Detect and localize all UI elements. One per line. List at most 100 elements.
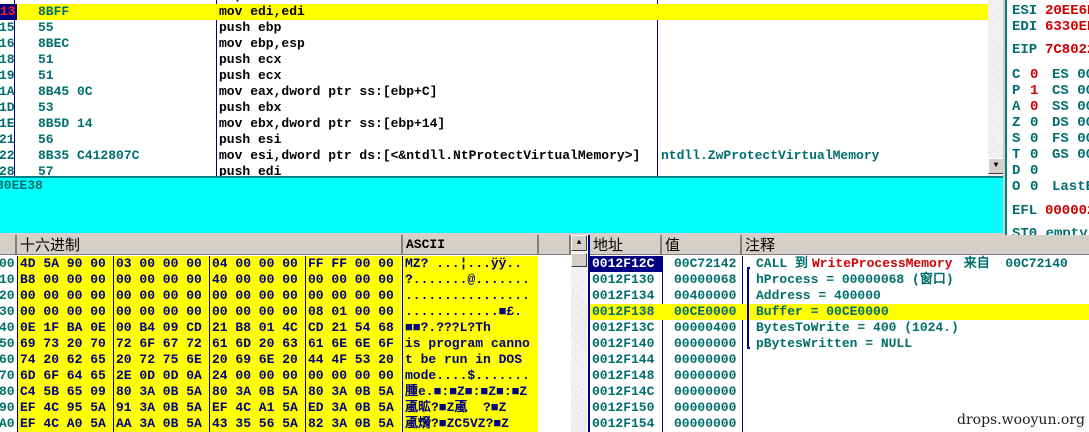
hex-group: 44 4F 53 20 (305, 352, 401, 368)
stack-address: 0012F13C (592, 320, 655, 335)
register-esi[interactable]: ESI 20EE6E (1007, 3, 1089, 19)
address: 18 (0, 52, 15, 67)
dump-row[interactable]: 20 00 00 00 00 00 00 00 00 00 00 00 00 00 00… (0, 288, 588, 304)
dump-address: 60 (0, 352, 15, 367)
hex-group: 43 35 56 5A (209, 416, 305, 432)
stack-value-header[interactable]: 值 (662, 235, 742, 255)
dump-row[interactable]: 10 B8 00 00 00 00 00 00 00 40 00 00 00 00 00… (0, 272, 588, 288)
dump-row[interactable]: 60 74 20 62 65 20 72 75 6E 20 69 6E 20 44 4F… (0, 352, 588, 368)
stack-value: 00000000 (674, 416, 737, 431)
hex-group: EF 4C A0 5A (17, 416, 113, 432)
disasm-row[interactable]: 28 57 push edi (0, 164, 1003, 176)
ascii-header[interactable]: ASCII (403, 235, 539, 255)
disasm-row[interactable]: 21 56 push esi (0, 132, 1003, 148)
ascii-text: MZ? ...¦...ÿÿ.. (402, 256, 538, 272)
hex-bytes: 56 (38, 132, 54, 147)
dump-row[interactable]: 30 00 00 00 00 00 00 00 00 00 00 00 00 08 01… (0, 304, 588, 320)
register-eip[interactable]: EIP 7C8022 (1007, 42, 1089, 58)
disasm-row[interactable]: 1E 8B5D 14 mov ebx,dword ptr ss:[ebp+14] (0, 116, 1003, 132)
segment-register: FS 00 (1052, 131, 1089, 147)
dump-scrollbar[interactable]: ▲ (571, 235, 587, 432)
hex-group: 80 3A 0B 5A (113, 384, 209, 400)
segment-register: GS 00 (1052, 147, 1089, 163)
hex-bytes: 51 (38, 52, 54, 67)
ascii-text: 颪昿?■Z颪 ?■Z (402, 400, 538, 416)
stack-pane[interactable]: 地址 值 注释 0012F12C 00C72142 CALL 到 WriteProc… (588, 235, 1089, 432)
stack-row[interactable]: 0012F134 00400000 Address = 400000 (590, 288, 1089, 304)
register-value: 20EE6E (1045, 3, 1089, 19)
disasm-row[interactable]: 1D 53 push ebx (0, 100, 1003, 116)
dump-row[interactable]: 40 0E 1F BA 0E 00 B4 09 CD 21 B8 01 4C CD 21… (0, 320, 588, 336)
stack-value: 00400000 (674, 288, 737, 303)
disasm-row[interactable]: 22 8B35 C412807C mov esi,dword ptr ds:[<&n… (0, 148, 1003, 164)
flag-name: A (1012, 99, 1021, 115)
scroll-thumb[interactable] (571, 253, 587, 267)
stack-row[interactable]: 0012F140 00000000 pBytesWritten = NULL (590, 336, 1089, 352)
stack-comment: 来自 00C72140 (956, 256, 1068, 271)
dump-row[interactable]: 70 6D 6F 64 65 2E 0D 0D 0A 24 00 00 00 00 00… (0, 368, 588, 384)
instruction: mov esi,dword ptr ds:[<&ntdll.NtProtectV… (219, 148, 641, 163)
stack-row[interactable]: 0012F14C 00000000 (590, 384, 1089, 400)
disasm-row[interactable]: 15 55 push ebp (0, 20, 1003, 36)
ascii-text: t be run in DOS (402, 352, 538, 368)
hex-header[interactable]: 十六进制 (17, 235, 403, 255)
dump-row[interactable]: 50 69 73 20 70 72 6F 67 72 61 6D 20 63 61 6E… (0, 336, 588, 352)
flag-row[interactable]: A0 SS 00 (1007, 99, 1089, 115)
stack-value: 00CE0000 (674, 304, 737, 319)
flag-row[interactable]: O0 LastE (1007, 179, 1089, 195)
flag-row[interactable]: Z0 DS 00 (1007, 115, 1089, 131)
hex-group: 24 00 00 00 (209, 368, 305, 384)
disassembly-pane[interactable]: p 138BFFmov edi,edi1555push ebp168BECmov… (0, 0, 1003, 176)
hex-group: 08 01 00 00 (305, 304, 401, 320)
registers-pane[interactable]: ESI20EE6EEDI6330EE EIP7C8022 C0ES 00P1CS 0… (1005, 0, 1089, 235)
flag-row[interactable]: T0 GS 00 (1007, 147, 1089, 163)
hex-bytes: 8BFF (38, 4, 70, 19)
dump-row[interactable]: 00 4D 5A 90 00 03 00 00 00 04 00 00 00 FF FF… (0, 256, 588, 272)
flag-name: S (1012, 131, 1021, 147)
stack-row[interactable]: 0012F130 00000068 hProcess = 00000068 (窗口) (590, 272, 1089, 288)
disasm-row[interactable]: 16 8BEC mov ebp,esp (0, 36, 1003, 52)
disasm-row[interactable]: 1A 8B45 0C mov eax,dword ptr ss:[ebp+C] (0, 84, 1003, 100)
dump-row[interactable]: 90 EF 4C 95 5A 91 3A 0B 5A EF 4C A1 5A ED 3A… (0, 400, 588, 416)
flag-row[interactable]: S0 FS 00 (1007, 131, 1089, 147)
disasm-scrollbar[interactable]: ▼ (988, 0, 1003, 176)
flag-name: T (1012, 147, 1021, 163)
stack-row[interactable]: 0012F148 00000000 (590, 368, 1089, 384)
flag-row[interactable]: P1 CS 00 (1007, 83, 1089, 99)
hex-bytes: 8BEC (38, 36, 70, 51)
stack-row[interactable]: 0012F138 00CE0000 Buffer = 00CE0000 (590, 304, 1089, 320)
hex-group: 69 73 20 70 (17, 336, 113, 352)
register-edi[interactable]: EDI 6330EE (1007, 19, 1089, 35)
hex-group: 80 3A 0B 5A (305, 384, 401, 400)
disasm-row[interactable]: 19 51 push ecx (0, 68, 1003, 84)
dump-address: 80 (0, 384, 15, 399)
stack-addr-header[interactable]: 地址 (590, 235, 662, 255)
disasm-row[interactable]: 13 8BFF mov edi,edi (0, 4, 1003, 20)
efl-register[interactable]: EFL 000002 (1007, 203, 1089, 219)
hex-group: 03 00 00 00 (113, 256, 209, 272)
stack-comment-header[interactable]: 注释 (742, 235, 1089, 255)
stack-address: 0012F140 (592, 336, 655, 351)
dump-row[interactable]: 80 C4 5B 65 09 80 3A 0B 5A 80 3A 0B 5A 80 3A… (0, 384, 588, 400)
efl-name: EFL (1012, 203, 1038, 219)
disasm-row[interactable]: 18 51 push ecx (0, 52, 1003, 68)
flag-row[interactable]: D0 (1007, 163, 1089, 179)
stack-row[interactable]: 0012F12C 00C72142 CALL 到 WriteProcessMemor… (590, 256, 1089, 272)
stack-row[interactable]: 0012F13C 00000400 BytesToWrite = 400 (1024… (590, 320, 1089, 336)
hex-group: 72 6F 67 72 (113, 336, 209, 352)
hex-group: 6D 6F 64 65 (17, 368, 113, 384)
address: 15 (0, 20, 15, 35)
hex-group: 04 00 00 00 (209, 256, 305, 272)
dump-row[interactable]: A0 EF 4C A0 5A AA 3A 0B 5A 43 35 56 5A 82 3A… (0, 416, 588, 432)
hex-group: 20 72 75 6E (113, 352, 209, 368)
flag-value: 0 (1030, 99, 1039, 115)
flag-name: D (1012, 163, 1021, 179)
flag-row[interactable]: C0 ES 00 (1007, 67, 1089, 83)
ascii-text: ?.......@....... (402, 272, 538, 288)
stack-row[interactable]: 0012F144 00000000 (590, 352, 1089, 368)
hex-dump-pane[interactable]: 十六进制 ASCII 00 4D 5A 90 00 03 00 00 00 04 00… (0, 235, 588, 432)
hex-bytes: 53 (38, 100, 54, 115)
scroll-down-button[interactable]: ▼ (988, 158, 1003, 174)
scroll-up-button[interactable]: ▲ (571, 235, 587, 251)
hex-group: FF FF 00 00 (305, 256, 401, 272)
